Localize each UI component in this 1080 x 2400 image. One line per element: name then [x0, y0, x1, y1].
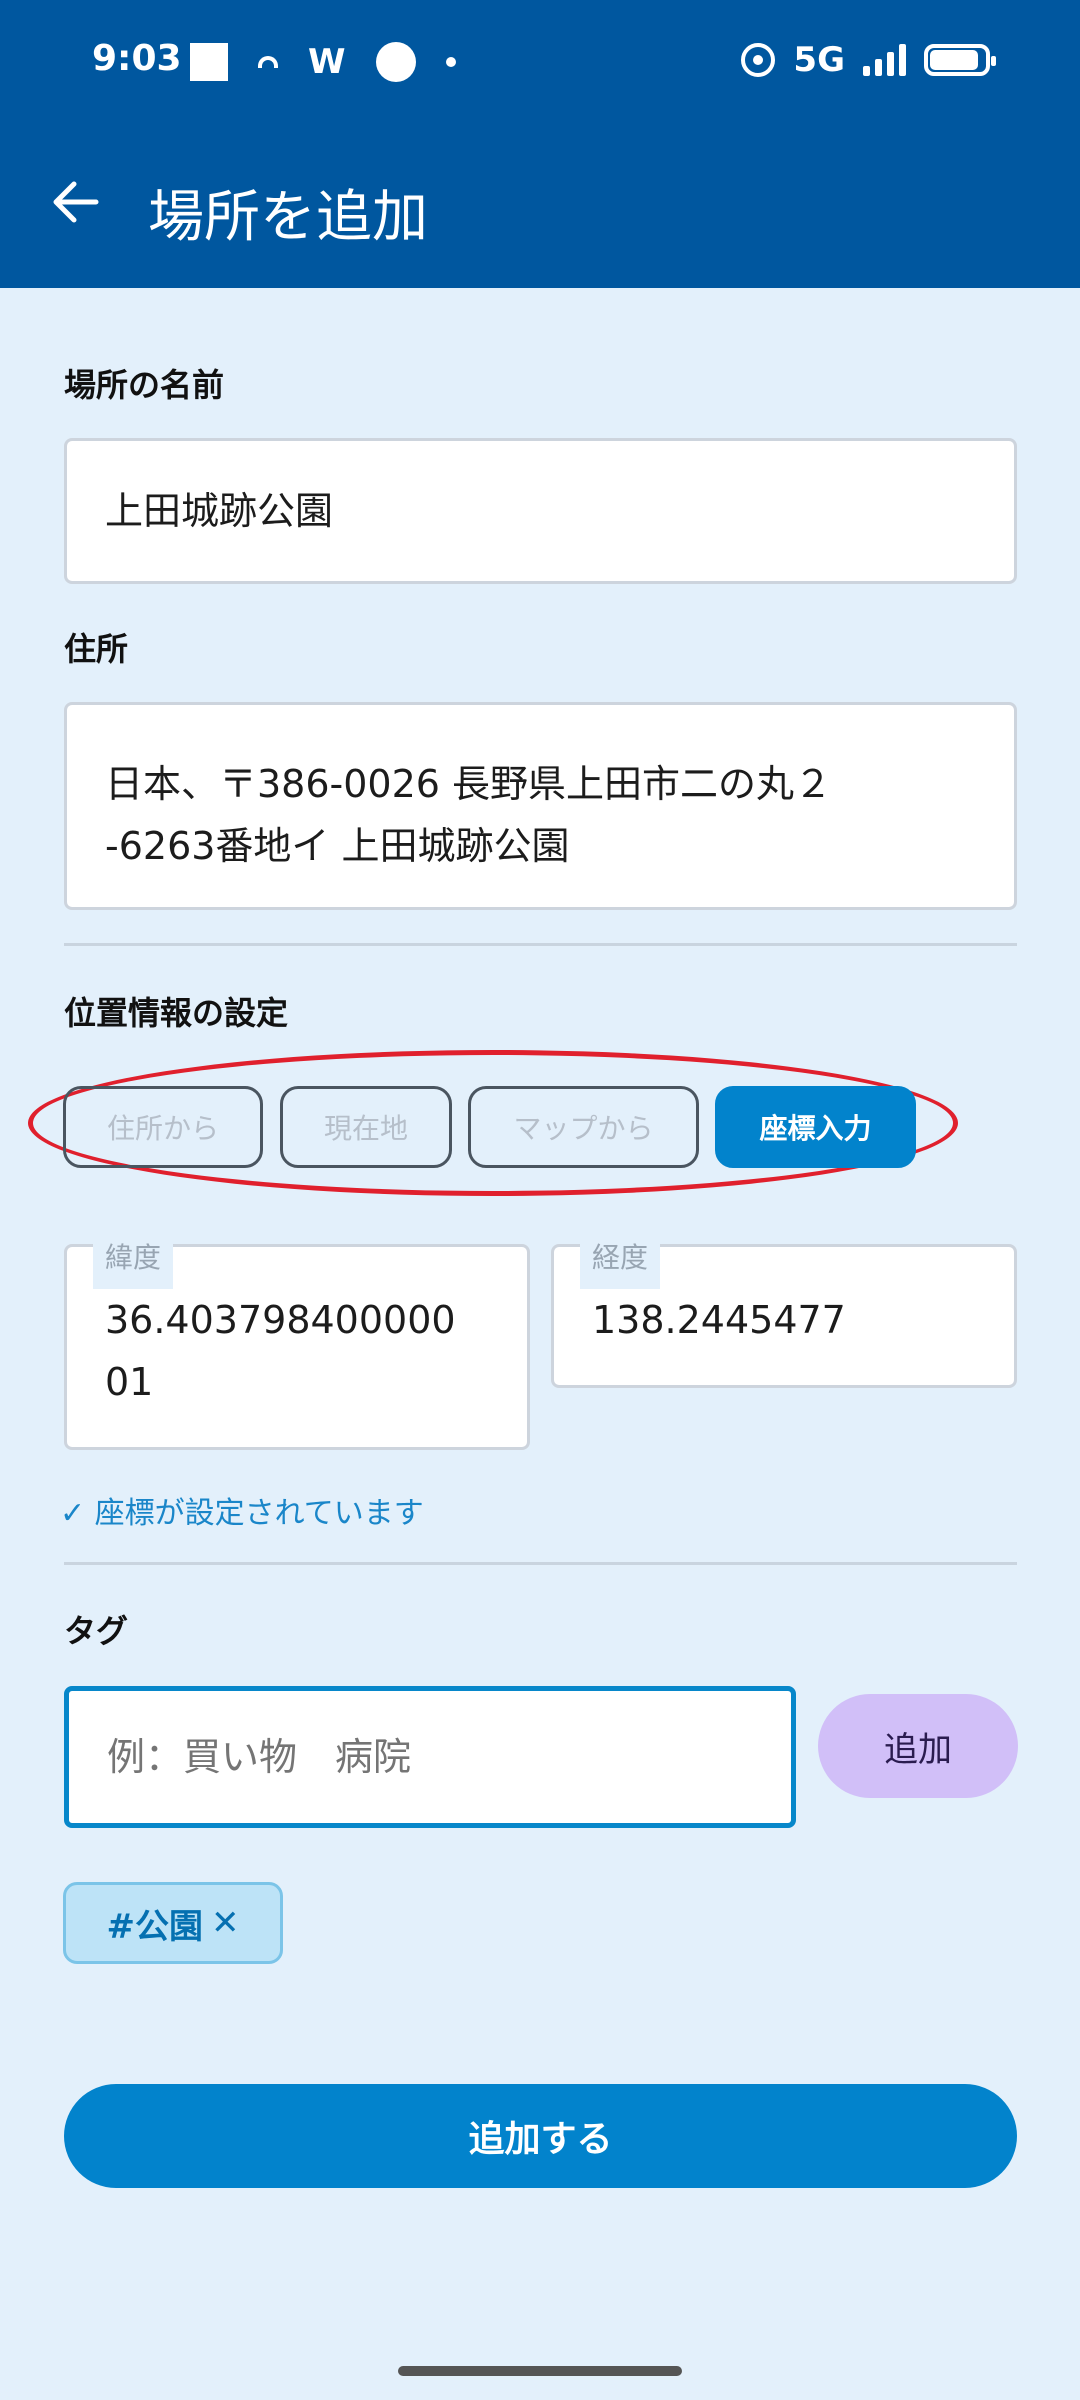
home-indicator[interactable] — [398, 2366, 682, 2376]
longitude-input[interactable]: 経度 138.2445477 — [551, 1227, 1017, 1388]
status-left-icons: W — [190, 42, 456, 82]
w-app-icon: W — [308, 42, 346, 82]
longitude-value: 138.2445477 — [592, 1298, 846, 1342]
arrow-left-icon — [53, 181, 99, 223]
tag-add-button[interactable]: 追加 — [818, 1694, 1018, 1798]
circle-app-icon — [375, 42, 416, 82]
page-title: 場所を追加 — [148, 185, 428, 250]
network-type: 5G — [793, 40, 845, 80]
mode-from-address-button[interactable]: 住所から — [63, 1086, 263, 1168]
name-value: 上田城跡公園 — [105, 489, 334, 533]
status-right-icons: 5G — [741, 40, 996, 80]
dot-icon — [445, 57, 456, 67]
submit-button[interactable]: 追加する — [64, 2084, 1017, 2188]
divider — [64, 1562, 1017, 1565]
close-icon[interactable]: ✕ — [211, 1903, 240, 1943]
latitude-line-1: 36.403798400000 — [105, 1298, 456, 1342]
mode-current-location-button[interactable]: 現在地 — [280, 1086, 452, 1168]
latitude-input[interactable]: 緯度 36.403798400000 01 — [64, 1227, 530, 1450]
cast-icon — [258, 56, 278, 68]
address-line-1: 日本、〒386-0026 長野県上田市二の丸２ — [105, 762, 833, 806]
tag-chip-label: #公園 — [106, 1906, 204, 1947]
name-input[interactable]: 上田城跡公園 — [64, 438, 1017, 584]
location-label: 位置情報の設定 — [64, 994, 289, 1032]
address-input[interactable]: 日本、〒386-0026 長野県上田市二の丸２ -6263番地イ 上田城跡公園 — [64, 702, 1017, 910]
battery-icon — [924, 44, 996, 76]
signal-icon — [863, 44, 906, 76]
app-bar: 9:03 W 5G 場所を追加 — [0, 0, 1080, 288]
address-line-2: -6263番地イ 上田城跡公園 — [105, 824, 570, 868]
divider — [64, 943, 1017, 946]
longitude-label: 経度 — [580, 1227, 661, 1289]
mode-coordinate-input-button[interactable]: 座標入力 — [715, 1086, 916, 1168]
name-label: 場所の名前 — [64, 366, 225, 404]
coordinate-status: ✓ 座標が設定されています — [60, 1496, 424, 1531]
tag-chip[interactable]: #公園 ✕ — [63, 1882, 283, 1964]
latitude-line-2: 01 — [105, 1360, 154, 1404]
latitude-label: 緯度 — [93, 1227, 174, 1289]
status-time: 9:03 — [92, 38, 182, 79]
hotspot-icon — [741, 43, 776, 77]
tag-input[interactable] — [64, 1686, 796, 1828]
address-label: 住所 — [64, 630, 129, 668]
notification-square-icon — [190, 43, 228, 81]
back-button[interactable] — [48, 174, 104, 230]
tag-label: タグ — [64, 1612, 129, 1650]
mode-from-map-button[interactable]: マップから — [468, 1086, 699, 1168]
